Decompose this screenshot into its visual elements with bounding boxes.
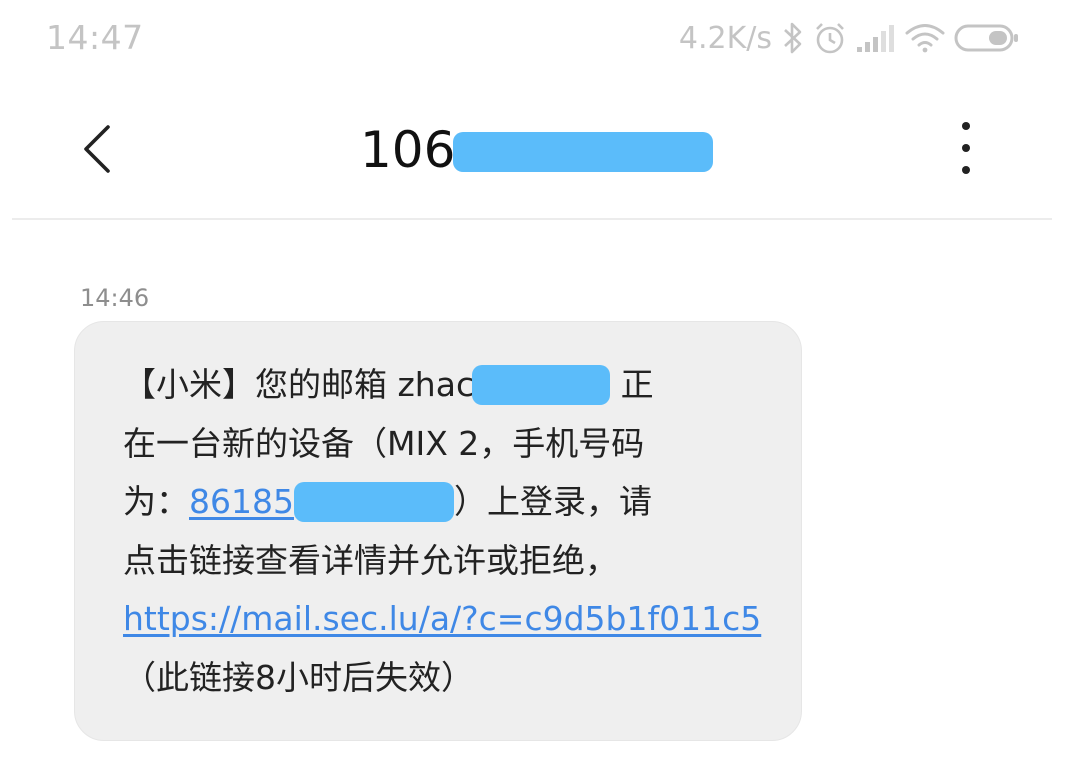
message-text: （此链接8小时后失效） xyxy=(123,657,474,697)
status-time: 14:47 xyxy=(46,18,144,57)
wifi-icon xyxy=(904,21,946,55)
message-line: 点击链接查看详情并允许或拒绝， xyxy=(123,532,761,591)
message-text: 【小米】您的邮箱 zhac xyxy=(123,365,475,404)
status-icons: 4.2K/s xyxy=(679,16,1020,60)
battery-icon xyxy=(954,21,1020,55)
signal-icon xyxy=(856,23,896,53)
message-line: 【小米】您的邮箱 zhac 正 xyxy=(123,356,761,415)
message-line: https://mail.sec.lu/a/?c=c9d5b1f011c5 xyxy=(123,590,761,649)
redaction-block xyxy=(472,364,611,405)
more-options-button[interactable] xyxy=(946,122,986,174)
redaction-block xyxy=(453,131,714,172)
message-timestamp: 14:46 xyxy=(80,284,150,312)
sms-conversation-screen: 14:47 4.2K/s 106 14:46 【小米】您的邮箱 zhac 正 在… xyxy=(0,0,1080,781)
header-divider xyxy=(12,218,1052,220)
back-button[interactable] xyxy=(70,118,126,180)
url-link[interactable]: https://mail.sec.lu/a/?c=c9d5b1f011c5 xyxy=(123,599,761,638)
message-line: （此链接8小时后失效） xyxy=(123,649,761,708)
message-bubble[interactable]: 【小米】您的邮箱 zhac 正 在一台新的设备（MIX 2，手机号码 为：861… xyxy=(74,321,802,741)
more-vertical-icon xyxy=(962,122,970,130)
message-text: 正 xyxy=(620,365,654,404)
message-text: 点击链接查看详情并允许或拒绝， xyxy=(123,540,618,580)
more-vertical-icon-dot xyxy=(962,144,970,152)
message-line: 为：86185 ）上登录，请 xyxy=(123,473,761,532)
message-line: 在一台新的设备（MIX 2，手机号码 xyxy=(123,415,761,474)
chevron-left-icon xyxy=(84,125,110,173)
sender-number-visible: 106 xyxy=(360,121,456,179)
net-speed: 4.2K/s xyxy=(678,20,772,56)
message-text: ）上登录，请 xyxy=(453,482,652,521)
more-vertical-icon-dot xyxy=(962,166,970,174)
phone-number-link[interactable]: 86185 xyxy=(189,482,294,521)
redaction-block xyxy=(293,481,454,522)
alarm-icon xyxy=(812,20,848,56)
conversation-title: 106 xyxy=(360,120,714,180)
message-text: 在一台新的设备（MIX 2，手机号码 xyxy=(123,423,645,463)
message-text: 为： xyxy=(123,482,189,521)
bluetooth-icon xyxy=(782,21,804,55)
